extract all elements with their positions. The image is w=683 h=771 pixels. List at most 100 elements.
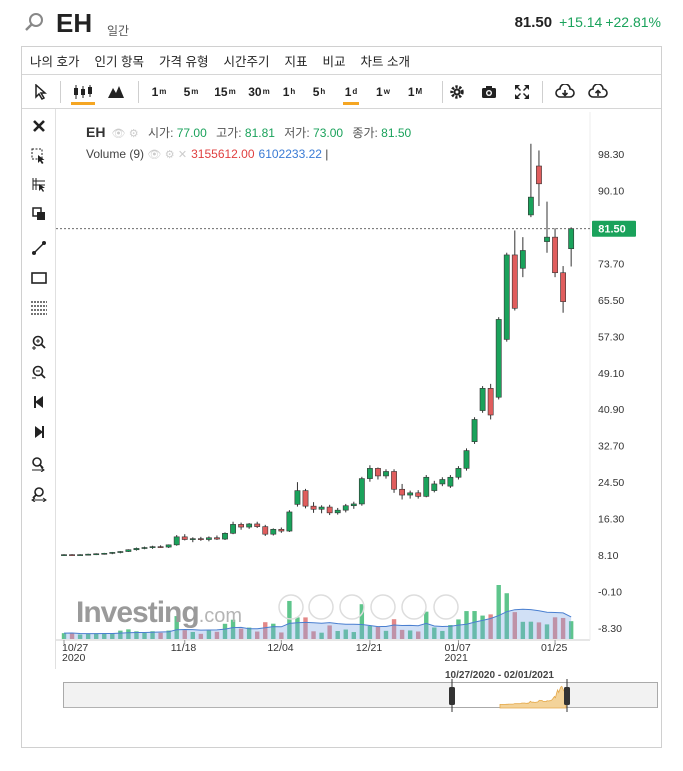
navigator-mask-left — [64, 683, 452, 708]
candle-body — [536, 165, 542, 185]
volume-label: Volume (9) — [86, 147, 145, 161]
navigator-mask-right — [567, 683, 657, 708]
candle-body — [519, 250, 526, 269]
close-icon[interactable]: ✕ — [178, 149, 187, 161]
chart-nav-circle — [308, 594, 334, 620]
candle-body — [69, 554, 75, 556]
eye-icon[interactable]: 👁 — [147, 149, 161, 161]
candle-body — [479, 388, 486, 411]
candle-body — [238, 524, 244, 528]
candle-body — [181, 536, 188, 540]
y-tick-label: 40.90 — [598, 404, 624, 416]
candle-body — [358, 478, 365, 505]
investing-watermark: Investing.com — [76, 596, 242, 630]
volume-legend: Volume (9) 👁 ⚙ ✕ 3155612.00 6102233.22 | — [86, 147, 328, 161]
watermark-suffix: .com — [198, 605, 243, 627]
candle-body — [77, 554, 83, 556]
candle-body — [85, 553, 92, 556]
y-tick-label: -8.30 — [598, 623, 622, 635]
candle-body — [423, 476, 430, 497]
candle-body — [214, 537, 220, 540]
y-tick-label: 65.50 — [598, 295, 624, 307]
open-value: 77.00 — [176, 126, 207, 140]
candle-body — [230, 524, 236, 534]
price-chart[interactable]: 98.3090.1081.9073.7065.5057.3049.1040.90… — [0, 0, 683, 771]
candle-body — [366, 468, 373, 479]
candle-body — [383, 471, 389, 477]
candle-body — [455, 468, 462, 478]
candle-body — [222, 532, 228, 540]
chart-nav-circle — [370, 594, 396, 620]
candle-body — [254, 523, 261, 527]
candle-body — [165, 544, 172, 548]
volume-value-2: 6102233.22 — [258, 147, 322, 161]
candle-body — [149, 546, 156, 548]
x-tick-label: 01/25 — [541, 642, 567, 654]
candle-body — [93, 553, 100, 556]
candle-body — [552, 236, 558, 274]
candle-body — [568, 228, 575, 250]
candle-body — [503, 254, 510, 340]
volume-value-1: 3155612.00 — [191, 147, 255, 161]
candle-body — [197, 538, 204, 540]
candle-body — [463, 450, 470, 469]
candle-body — [262, 526, 269, 535]
candle-body — [310, 505, 317, 510]
candle-body — [560, 272, 566, 302]
y-tick-label: 49.10 — [598, 368, 624, 380]
x-tick-label: 11/18 — [171, 642, 197, 654]
navigator-area — [499, 685, 567, 709]
open-label: 시가: — [147, 126, 174, 140]
candle-body — [270, 528, 277, 535]
candle-body — [471, 419, 478, 442]
y-tick-label: 90.10 — [598, 185, 624, 197]
candle-body — [326, 506, 333, 514]
candle-body — [527, 196, 534, 216]
gear-icon[interactable]: ⚙ — [165, 149, 175, 161]
candle-body — [246, 523, 253, 528]
candle-body — [431, 483, 438, 491]
legend-symbol: EH — [86, 124, 106, 140]
candle-body — [391, 471, 397, 490]
candle-body — [133, 548, 140, 551]
chart-nav-circle — [401, 594, 427, 620]
close-value: 81.50 — [381, 126, 412, 140]
candle-body — [415, 492, 422, 497]
candle-body — [495, 319, 502, 398]
high-label: 고가: — [216, 126, 242, 140]
x-tick-sublabel: 2021 — [444, 652, 468, 664]
low-value: 73.00 — [313, 126, 344, 140]
candle-body — [101, 552, 108, 555]
candle-body — [157, 546, 164, 548]
candle-body — [511, 254, 518, 309]
y-tick-label: 57.30 — [598, 331, 624, 343]
high-value: 81.81 — [244, 126, 275, 140]
current-price-label: 81.50 — [598, 224, 626, 236]
candle-body — [544, 236, 550, 242]
ohlc-legend: EH 👁 ⚙ 시가: 77.00 고가: 81.81 저가: 73.00 종가: … — [86, 124, 411, 141]
eye-icon[interactable]: 👁 — [111, 128, 125, 140]
candle-body — [447, 476, 454, 487]
y-tick-label: 24.50 — [598, 477, 624, 489]
candle-body — [125, 549, 132, 552]
candle-body — [286, 511, 293, 532]
candle-body — [350, 503, 357, 507]
candle-body — [375, 468, 381, 477]
candle-body — [342, 505, 349, 511]
gear-icon[interactable]: ⚙ — [129, 128, 139, 140]
candle-body — [407, 492, 414, 496]
chart-nav-circle — [433, 594, 459, 620]
x-tick-sublabel: 2020 — [62, 652, 86, 664]
y-tick-label: 8.10 — [598, 550, 619, 562]
candle-body — [334, 509, 341, 514]
y-tick-label: 73.70 — [598, 258, 624, 270]
candle-body — [302, 490, 309, 507]
candle-body — [61, 554, 67, 556]
low-label: 저가: — [284, 126, 310, 140]
candle-body — [206, 537, 212, 540]
y-tick-label: 16.30 — [598, 514, 624, 526]
x-tick-label: 12/21 — [356, 642, 382, 654]
y-tick-label: -0.10 — [598, 587, 622, 599]
candle-body — [173, 536, 180, 546]
candle-body — [318, 506, 325, 510]
